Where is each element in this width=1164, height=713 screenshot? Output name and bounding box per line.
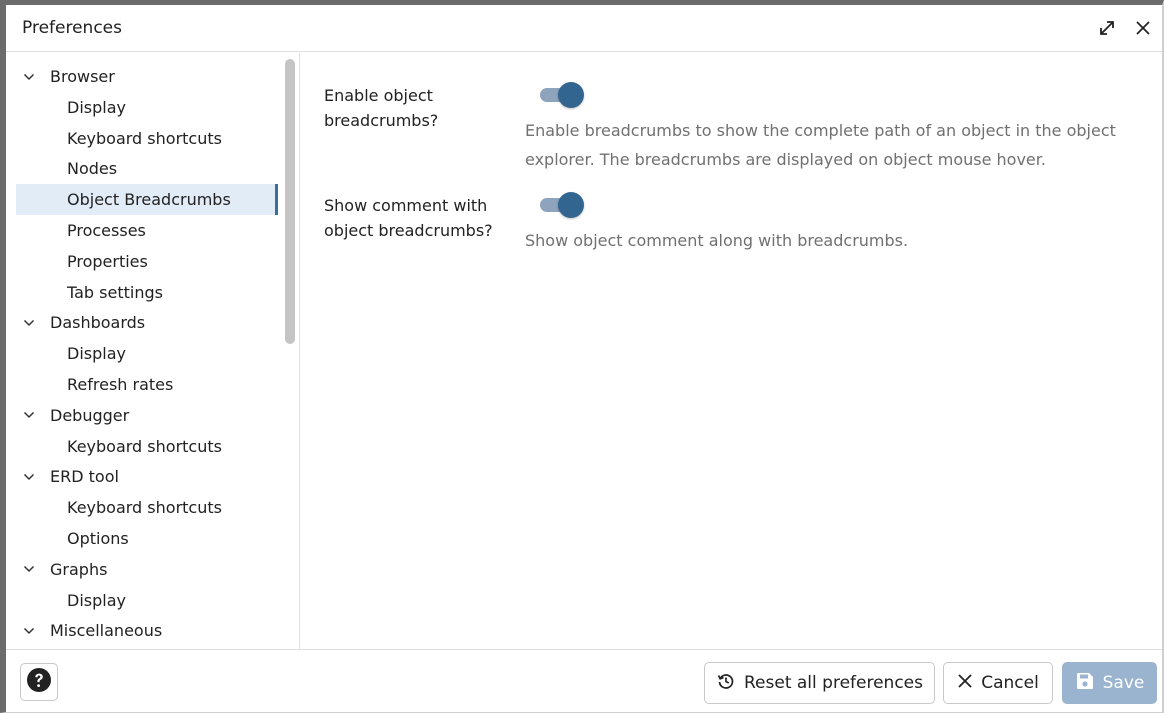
- save-label: Save: [1102, 673, 1145, 693]
- preferences-content: Enable object breadcrumbs? Enable breadc…: [300, 53, 1162, 649]
- tree-group-item[interactable]: Debugger: [16, 400, 278, 431]
- tree-item-label: Display: [67, 97, 126, 117]
- floppy-disk-icon: [1075, 671, 1095, 696]
- chevron-down-icon[interactable]: [22, 473, 36, 481]
- help-button[interactable]: [20, 663, 58, 701]
- x-icon: [957, 673, 973, 694]
- tree-item-label: Refresh rates: [67, 375, 174, 394]
- close-icon[interactable]: [1132, 17, 1154, 39]
- chevron-down-icon[interactable]: [22, 73, 36, 81]
- tree-item-label: Options: [67, 529, 129, 548]
- tree-group-item[interactable]: ERD tool: [16, 461, 278, 492]
- tree-item-label: Display: [67, 344, 126, 364]
- tree-item-label: Processes: [67, 221, 146, 240]
- tree-group-item[interactable]: Graphs: [16, 554, 278, 585]
- toggle-knob: [558, 82, 584, 108]
- dialog-title: Preferences: [22, 18, 122, 38]
- history-icon: [716, 671, 736, 696]
- tree-scrollbar-thumb[interactable]: [285, 59, 295, 344]
- tree-item-label: Nodes: [67, 159, 118, 179]
- expand-icon[interactable]: [1096, 17, 1118, 39]
- tree-item[interactable]: Nodes: [16, 153, 278, 184]
- tree-item[interactable]: Processes: [16, 215, 278, 246]
- chevron-down-icon[interactable]: [22, 319, 36, 327]
- help-icon: [26, 667, 52, 697]
- pref-label-enable-breadcrumbs: Enable object breadcrumbs?: [324, 86, 439, 130]
- toggle-enable-breadcrumbs[interactable]: [540, 82, 586, 108]
- chevron-down-icon[interactable]: [22, 627, 36, 635]
- tree-item[interactable]: Properties: [16, 246, 278, 277]
- tree-item-label: Keyboard shortcuts: [67, 498, 222, 518]
- tree-item-label: Properties: [67, 251, 148, 271]
- tree-item-label: ERD tool: [50, 467, 119, 487]
- cancel-button[interactable]: Cancel: [943, 662, 1053, 704]
- tree-item-label: Tab settings: [67, 282, 163, 302]
- tree-group-item[interactable]: Miscellaneous: [16, 615, 278, 646]
- tree-item[interactable]: Keyboard shortcuts: [16, 492, 278, 523]
- tree-item-label: Dashboards: [50, 313, 146, 333]
- preferences-dialog: Preferences Browser Display Keyboard short…: [0, 0, 1164, 713]
- tree-scrollbar[interactable]: [285, 59, 295, 649]
- tree-item[interactable]: Tab settings: [16, 277, 278, 308]
- tree-group-item[interactable]: Browser: [16, 61, 278, 92]
- save-button[interactable]: Save: [1062, 662, 1157, 704]
- pref-label-show-comment: Show comment with object breadcrumbs?: [324, 196, 493, 240]
- tree-item[interactable]: Refresh rates: [16, 369, 278, 400]
- tree-item-label: Miscellaneous: [50, 621, 163, 641]
- tree-item-label: Display: [67, 590, 126, 610]
- tree-item-label: Keyboard shortcuts: [67, 128, 222, 148]
- dialog-titlebar: Preferences: [6, 5, 1162, 52]
- tree-item[interactable]: Keyboard shortcuts: [16, 123, 278, 154]
- tree-item-label: Browser: [50, 67, 115, 86]
- tree-item[interactable]: Keyboard shortcuts: [16, 431, 278, 462]
- tree-group-item[interactable]: Dashboards: [16, 307, 278, 338]
- tree-item[interactable]: Display: [16, 92, 278, 123]
- pref-help-enable-breadcrumbs: Enable breadcrumbs to show the complete …: [525, 121, 1116, 169]
- tree-item-label: Debugger: [50, 405, 130, 425]
- preferences-tree: Browser Display Keyboard shortcuts Nodes Obj…: [6, 53, 300, 649]
- cancel-label: Cancel: [981, 673, 1039, 693]
- toggle-knob: [558, 192, 584, 218]
- tree-item[interactable]: Object Breadcrumbs: [16, 184, 278, 216]
- tree-item-label: Object Breadcrumbs: [67, 190, 231, 210]
- tree-item-label: Keyboard shortcuts: [67, 436, 222, 456]
- toggle-show-comment[interactable]: [540, 192, 586, 218]
- tree-item[interactable]: Options: [16, 523, 278, 554]
- tree-item[interactable]: Display: [16, 338, 278, 369]
- title-actions: [1096, 17, 1154, 39]
- tree-item-label: Graphs: [50, 559, 108, 579]
- chevron-down-icon[interactable]: [22, 565, 36, 573]
- reset-label: Reset all preferences: [744, 673, 923, 693]
- tree-item[interactable]: Display: [16, 585, 278, 616]
- chevron-down-icon[interactable]: [22, 411, 36, 419]
- pref-help-show-comment: Show object comment along with breadcrum…: [525, 231, 909, 250]
- dialog-footer: Reset all preferences Cancel Save: [6, 649, 1162, 712]
- reset-all-preferences-button[interactable]: Reset all preferences: [704, 662, 935, 704]
